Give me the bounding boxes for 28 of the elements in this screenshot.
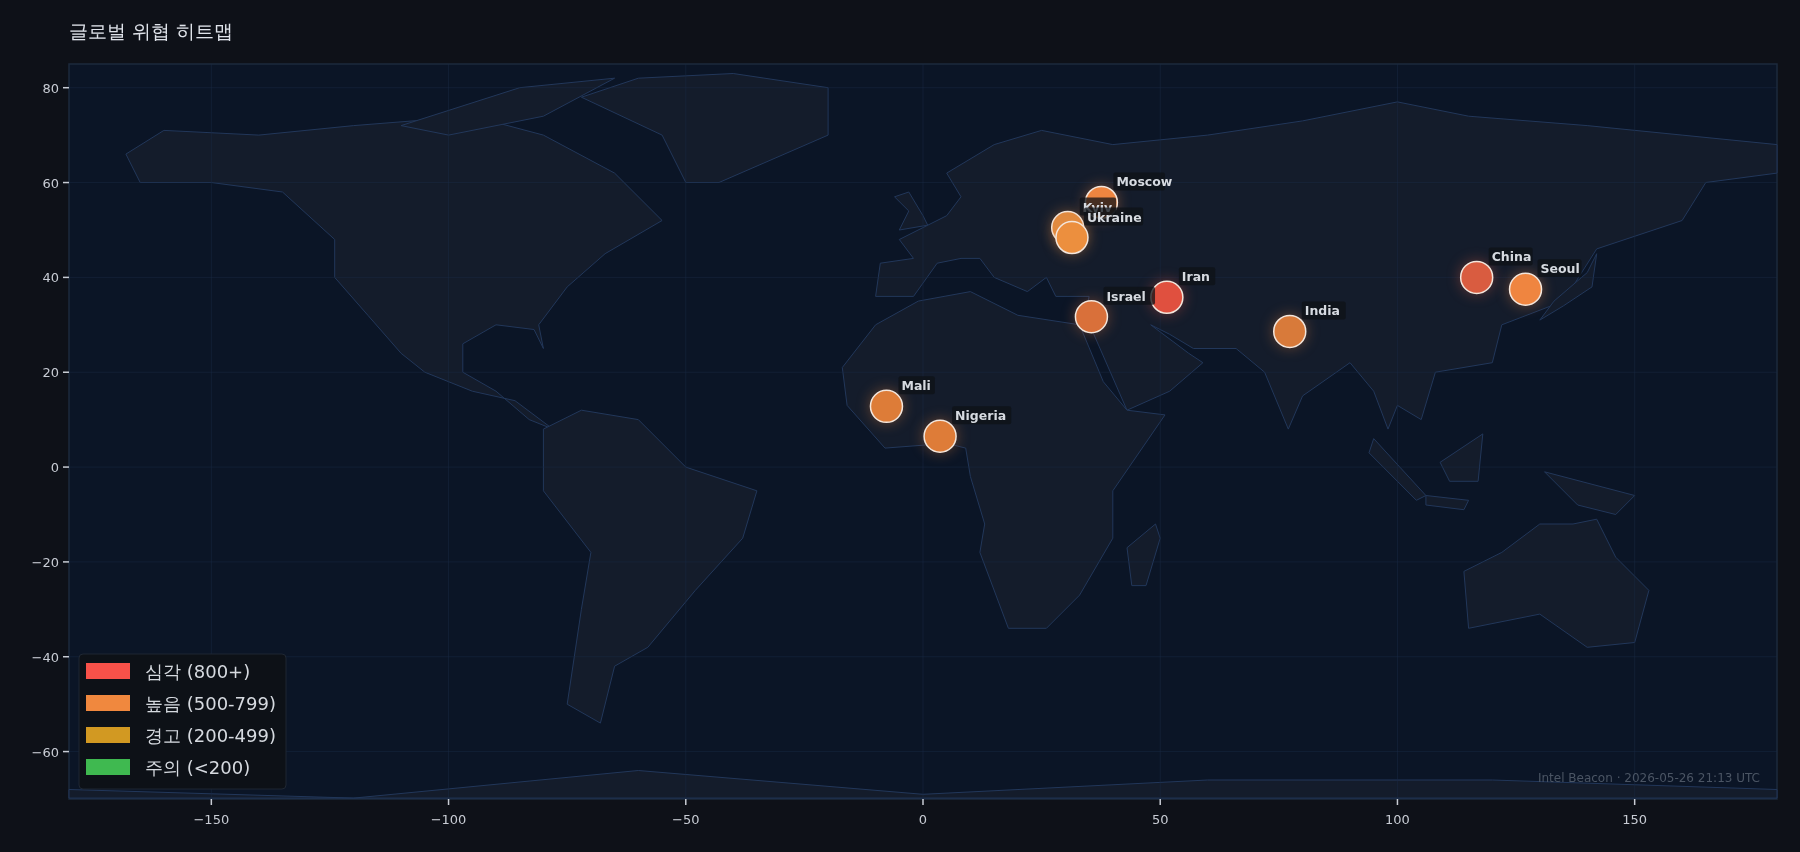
axis-tick-label: −50 <box>672 812 700 827</box>
point-label: Seoul <box>1537 259 1582 278</box>
axis-tick-label: 40 <box>42 270 59 286</box>
point-label: Mali <box>898 376 935 395</box>
point-label: Nigeria <box>952 406 1012 425</box>
axis-tick-label: 80 <box>42 80 59 96</box>
axis-tick-label: −100 <box>430 812 467 827</box>
legend-label: 경고 (200-499) <box>145 725 276 746</box>
axis-tick-label: −60 <box>31 744 59 760</box>
axis-tick-label: −40 <box>31 649 59 665</box>
axis-tick-label: −150 <box>193 812 230 827</box>
legend-label: 심각 (800+) <box>145 661 251 682</box>
axis-tick-label: 60 <box>42 175 59 191</box>
point-label: India <box>1301 301 1346 320</box>
axis-tick-label: 50 <box>1151 812 1169 827</box>
legend-label: 높음 (500-799) <box>145 693 276 714</box>
point-label: Iran <box>1178 267 1216 286</box>
chart-title: 글로벌 위협 히트맵 <box>69 20 234 42</box>
point-label: China <box>1488 247 1533 266</box>
point-label: Moscow <box>1113 172 1173 191</box>
axis-tick-label: 0 <box>918 812 928 827</box>
axis-tick-label: −20 <box>31 554 59 570</box>
axis-tick-label: 0 <box>50 460 59 476</box>
footer-text: Intel Beacon · 2026-05-26 21:13 UTC <box>1537 771 1760 785</box>
legend-label: 주의 (<200) <box>145 757 251 778</box>
axis-tick-label: 150 <box>1622 812 1648 827</box>
axis-tick-label: 20 <box>42 365 59 381</box>
axis-tick-label: 100 <box>1385 812 1410 827</box>
